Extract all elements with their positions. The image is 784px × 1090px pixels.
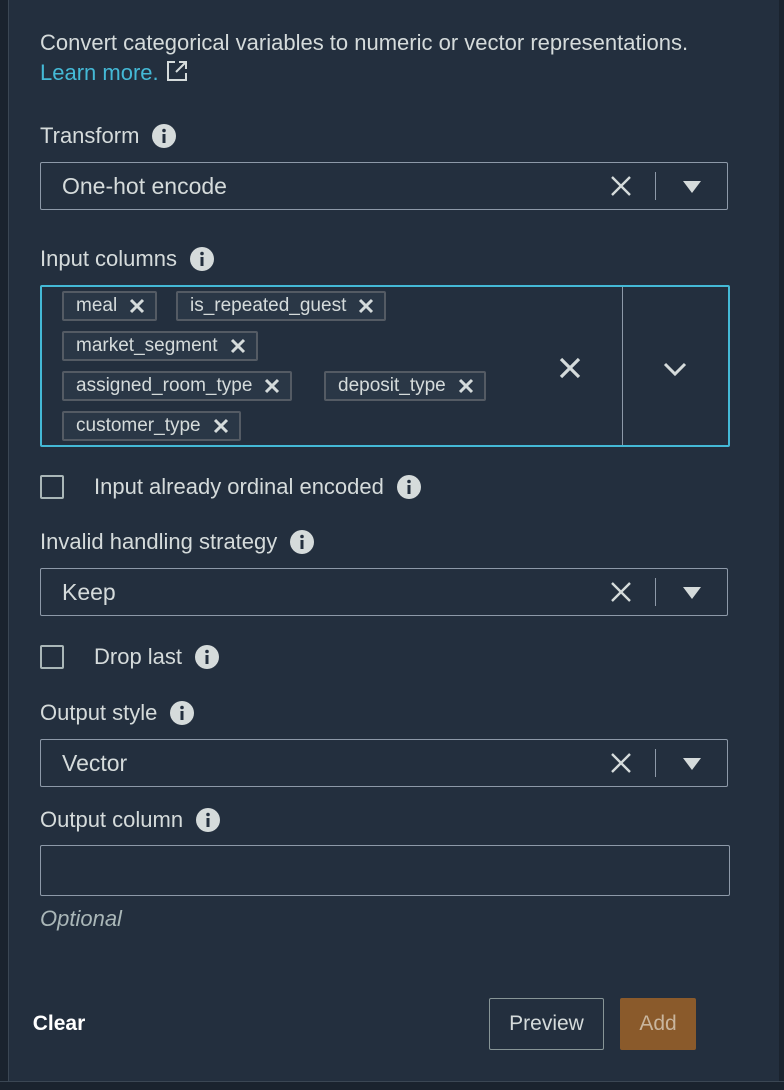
multiselect-divider bbox=[622, 287, 623, 445]
output-column-input[interactable] bbox=[40, 845, 730, 896]
remove-tag-icon[interactable] bbox=[358, 298, 374, 314]
transform-select[interactable]: One-hot encode bbox=[40, 162, 728, 210]
column-tag: customer_type bbox=[62, 411, 241, 441]
info-icon[interactable] bbox=[189, 246, 215, 272]
ordinal-encoded-row: Input already ordinal encoded bbox=[40, 472, 422, 502]
right-panel-edge bbox=[779, 0, 784, 1090]
ordinal-encoded-label: Input already ordinal encoded bbox=[94, 474, 384, 499]
drop-last-label: Drop last bbox=[94, 644, 183, 669]
chevron-down-icon[interactable] bbox=[662, 356, 688, 382]
clear-selection-icon[interactable] bbox=[609, 174, 633, 198]
input-columns-label: Input columns bbox=[40, 244, 215, 274]
transform-label: Transform bbox=[40, 121, 177, 151]
left-panel-edge bbox=[0, 0, 9, 1090]
drop-last-row: Drop last bbox=[40, 642, 220, 672]
add-button[interactable]: Add bbox=[620, 998, 696, 1050]
invalid-handling-select[interactable]: Keep bbox=[40, 568, 728, 616]
info-icon[interactable] bbox=[194, 644, 220, 670]
column-tag: assigned_room_type bbox=[62, 371, 293, 401]
info-icon[interactable] bbox=[151, 123, 177, 149]
output-style-select[interactable]: Vector bbox=[40, 739, 728, 787]
select-divider bbox=[655, 578, 656, 606]
column-tag: is_repeated_guest bbox=[176, 291, 387, 321]
clear-all-icon[interactable] bbox=[558, 356, 582, 380]
form-description: Convert categorical variables to numeric… bbox=[40, 28, 730, 88]
caret-down-icon[interactable] bbox=[680, 751, 704, 775]
column-tag: meal bbox=[62, 291, 158, 321]
output-column-label: Output column bbox=[40, 805, 221, 835]
ordinal-encoded-checkbox[interactable] bbox=[40, 475, 64, 499]
invalid-handling-value: Keep bbox=[62, 578, 116, 605]
select-divider bbox=[655, 749, 656, 777]
info-icon[interactable] bbox=[396, 474, 422, 500]
output-style-value: Vector bbox=[62, 749, 128, 776]
info-icon[interactable] bbox=[195, 807, 221, 833]
external-link-icon[interactable] bbox=[165, 59, 189, 83]
column-tag: market_segment bbox=[62, 331, 258, 361]
learn-more-link[interactable]: Learn more. bbox=[40, 60, 159, 85]
drop-last-checkbox[interactable] bbox=[40, 645, 64, 669]
preview-button[interactable]: Preview bbox=[489, 998, 604, 1050]
select-divider bbox=[655, 172, 656, 200]
remove-tag-icon[interactable] bbox=[264, 378, 280, 394]
bottom-panel-edge bbox=[0, 1081, 784, 1090]
info-icon[interactable] bbox=[169, 700, 195, 726]
clear-button[interactable]: Clear bbox=[16, 998, 102, 1050]
output-column-hint: Optional bbox=[40, 906, 122, 931]
transform-select-value: One-hot encode bbox=[62, 172, 227, 199]
clear-selection-icon[interactable] bbox=[609, 580, 633, 604]
remove-tag-icon[interactable] bbox=[213, 418, 229, 434]
remove-tag-icon[interactable] bbox=[129, 298, 145, 314]
caret-down-icon[interactable] bbox=[680, 580, 704, 604]
info-icon[interactable] bbox=[289, 529, 315, 555]
invalid-handling-label: Invalid handling strategy bbox=[40, 527, 315, 557]
output-style-label: Output style bbox=[40, 698, 195, 728]
clear-selection-icon[interactable] bbox=[609, 751, 633, 775]
column-tag: deposit_type bbox=[324, 371, 486, 401]
remove-tag-icon[interactable] bbox=[458, 378, 474, 394]
description-text: Convert categorical variables to numeric… bbox=[40, 30, 689, 55]
caret-down-icon[interactable] bbox=[680, 174, 704, 198]
input-columns-multiselect[interactable]: meal is_repeated_guest market_segment as… bbox=[40, 285, 730, 447]
remove-tag-icon[interactable] bbox=[230, 338, 246, 354]
